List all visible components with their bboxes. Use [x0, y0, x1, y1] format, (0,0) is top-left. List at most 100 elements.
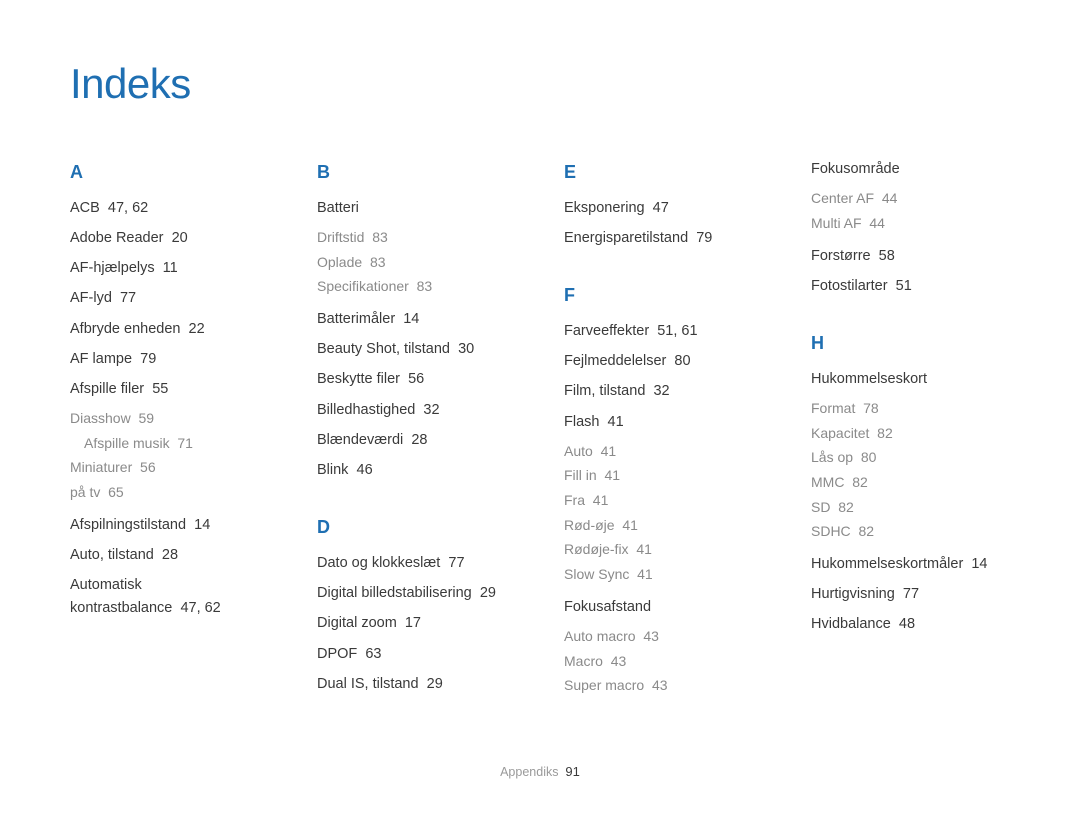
index-entry-pages: 51, 61	[657, 323, 697, 339]
index-entry-term: Fotostilarter	[811, 278, 888, 294]
index-entry-pages: 55	[152, 381, 168, 397]
index-subentry-pages: 41	[593, 492, 609, 508]
index-subentry-pages: 43	[611, 653, 627, 669]
index-entry-term: Dual IS, tilstand	[317, 676, 419, 692]
index-entry: Fokusområde	[811, 158, 1010, 181]
index-entry: Fejlmeddelelser 80	[564, 350, 763, 373]
index-entry: AF lampe 79	[70, 348, 269, 371]
index-subentry-term: Specifikationer	[317, 278, 409, 294]
index-entry: Adobe Reader 20	[70, 227, 269, 250]
index-entry: Forstørre 58	[811, 245, 1010, 268]
index-subentry-term: MMC	[811, 474, 844, 490]
index-letter: H	[811, 329, 1010, 358]
index-entry-pages: 20	[172, 230, 188, 246]
index-subentry-pages: 78	[863, 400, 879, 416]
index-subentry: Center AF 44	[811, 188, 1010, 210]
index-entry: Flash 41	[564, 411, 763, 434]
index-subentry: Slow Sync 41	[564, 564, 763, 586]
index-entry-term: Film, tilstand	[564, 383, 645, 399]
index-entry-term: Fejlmeddelelser	[564, 353, 666, 369]
index-entry: Beskytte filer 56	[317, 368, 516, 391]
index-subentry-term: Macro	[564, 653, 603, 669]
index-entry-pages: 63	[365, 646, 381, 662]
index-subentry-pages: 41	[637, 566, 653, 582]
index-entry-term: Automatisk kontrastbalance	[70, 577, 172, 616]
index-subentry-pages: 83	[417, 278, 433, 294]
index-entry: Hukommelseskort	[811, 368, 1010, 391]
index-subentry-term: Lås op	[811, 449, 853, 465]
index-subentry: Driftstid 83	[317, 227, 516, 249]
index-subentry-pages: 43	[643, 628, 659, 644]
index-entry: Auto, tilstand 28	[70, 544, 269, 567]
index-column: EEksponering 47Energisparetilstand 79FFa…	[564, 158, 763, 703]
index-subentry-term: Afspille musik	[84, 435, 170, 451]
index-subentry-term: Slow Sync	[564, 566, 629, 582]
index-entry-term: Flash	[564, 414, 599, 430]
index-subentry: Diasshow 59	[70, 408, 269, 430]
index-entry-pages: 80	[674, 353, 690, 369]
index-entry-pages: 22	[189, 321, 205, 337]
index-subentry: Fill in 41	[564, 465, 763, 487]
index-entry: ACB 47, 62	[70, 197, 269, 220]
index-subentry: på tv 65	[70, 482, 269, 504]
footer: Appendiks 91	[0, 764, 1080, 779]
index-subentry-term: Miniaturer	[70, 459, 132, 475]
index-entry-term: ACB	[70, 200, 100, 216]
section-gap	[317, 489, 516, 507]
index-entry: Fotostilarter 51	[811, 275, 1010, 298]
index-subentry-pages: 56	[140, 459, 156, 475]
footer-page: 91	[565, 764, 579, 779]
index-subentry-term: Super macro	[564, 677, 644, 693]
index-entry-pages: 46	[357, 462, 373, 478]
index-entry: Batterimåler 14	[317, 308, 516, 331]
index-subentry-pages: 82	[838, 499, 854, 515]
index-subentry-term: Rødøje-fix	[564, 541, 629, 557]
index-entry: Blændeværdi 28	[317, 429, 516, 452]
index-subentry: Kapacitet 82	[811, 423, 1010, 445]
index-entry-term: Eksponering	[564, 200, 645, 216]
index-entry: Dato og klokkeslæt 77	[317, 552, 516, 575]
index-letter: F	[564, 281, 763, 310]
index-column: BBatteriDriftstid 83Oplade 83Specifikati…	[317, 158, 516, 703]
index-entry: Farveeffekter 51, 61	[564, 320, 763, 343]
page: Indeks AACB 47, 62Adobe Reader 20AF-hjæl…	[0, 0, 1080, 815]
index-entry: Afspilningstilstand 14	[70, 514, 269, 537]
index-subentry: Oplade 83	[317, 252, 516, 274]
index-entry-pages: 32	[423, 402, 439, 418]
index-entry-pages: 29	[427, 676, 443, 692]
index-entry-term: Afspille filer	[70, 381, 144, 397]
index-entry: Batteri	[317, 197, 516, 220]
index-letter: D	[317, 513, 516, 542]
index-subentry-pages: 82	[852, 474, 868, 490]
index-entry: Eksponering 47	[564, 197, 763, 220]
index-subentry: Afspille musik 71	[70, 433, 269, 455]
index-letter: B	[317, 158, 516, 187]
index-subentry-pages: 65	[108, 484, 124, 500]
index-entry: Beauty Shot, tilstand 30	[317, 338, 516, 361]
index-subentry-term: SD	[811, 499, 830, 515]
index-entry-term: Batteri	[317, 200, 359, 216]
index-entry: AF-hjælpelys 11	[70, 257, 269, 280]
index-subentry: MMC 82	[811, 472, 1010, 494]
index-entry-term: Afbryde enheden	[70, 321, 180, 337]
index-subentry-pages: 80	[861, 449, 877, 465]
index-subentry-pages: 41	[604, 467, 620, 483]
index-entry-pages: 28	[162, 547, 178, 563]
index-subentry: Specifikationer 83	[317, 276, 516, 298]
index-entry: Fokusafstand	[564, 596, 763, 619]
index-subentry: Multi AF 44	[811, 213, 1010, 235]
index-subentry-term: Driftstid	[317, 229, 364, 245]
index-entry-term: Hurtigvisning	[811, 586, 895, 602]
index-entry-term: Hukommelseskort	[811, 371, 927, 387]
index-entry: Afspille filer 55	[70, 378, 269, 401]
index-subentry: SDHC 82	[811, 521, 1010, 543]
index-subentry: Rødøje-fix 41	[564, 539, 763, 561]
index-subentry-term: Center AF	[811, 190, 874, 206]
index-columns: AACB 47, 62Adobe Reader 20AF-hjælpelys 1…	[70, 158, 1010, 703]
index-entry-term: Blink	[317, 462, 348, 478]
index-subentry: Macro 43	[564, 651, 763, 673]
index-entry: Blink 46	[317, 459, 516, 482]
index-entry-term: AF-hjælpelys	[70, 260, 155, 276]
index-entry: Billedhastighed 32	[317, 399, 516, 422]
index-subentry: Fra 41	[564, 490, 763, 512]
